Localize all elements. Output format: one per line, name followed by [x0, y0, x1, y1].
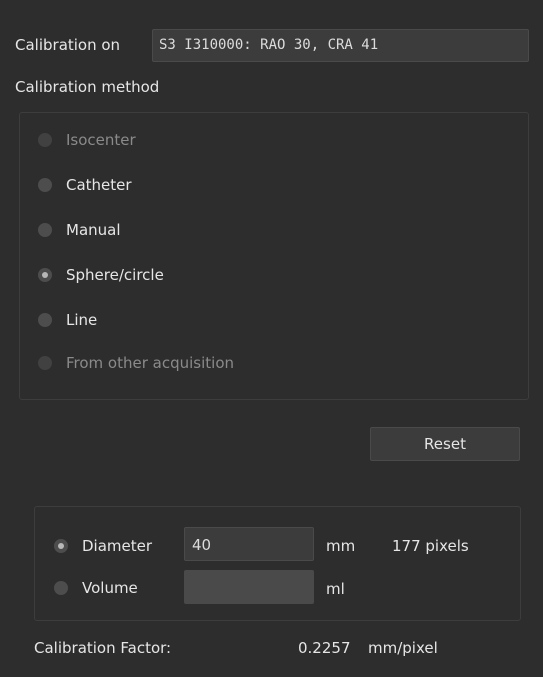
- calibration-factor-value: 0.2257: [298, 639, 351, 657]
- diameter-option[interactable]: Diameter: [54, 534, 152, 558]
- volume-unit: ml: [326, 580, 345, 598]
- reset-button[interactable]: Reset: [370, 427, 520, 461]
- method-option-isocenter: Isocenter: [38, 128, 136, 152]
- calibration-on-field[interactable]: S3 I310000: RAO 30, CRA 41: [152, 29, 529, 62]
- diameter-pixels: 177 pixels: [392, 537, 469, 555]
- method-option-label: From other acquisition: [66, 354, 235, 372]
- method-option-from-other-acquisition: From other acquisition: [38, 351, 234, 375]
- radio-isocenter: [38, 133, 52, 147]
- method-option-line[interactable]: Line: [38, 308, 97, 332]
- radio-from-other-acquisition: [38, 356, 52, 370]
- method-option-label: Line: [66, 311, 98, 329]
- method-option-manual[interactable]: Manual: [38, 218, 121, 242]
- radio-line[interactable]: [38, 313, 52, 327]
- method-option-label: Isocenter: [66, 131, 136, 149]
- radio-diameter[interactable]: [54, 539, 68, 553]
- diameter-input[interactable]: 40: [184, 527, 314, 561]
- method-option-label: Catheter: [66, 176, 132, 194]
- radio-volume[interactable]: [54, 581, 68, 595]
- method-option-label: Manual: [66, 221, 121, 239]
- method-option-sphere-circle[interactable]: Sphere/circle: [38, 263, 164, 287]
- radio-sphere-circle[interactable]: [38, 268, 52, 282]
- radio-catheter[interactable]: [38, 178, 52, 192]
- volume-label: Volume: [82, 579, 138, 597]
- calibration-on-label: Calibration on: [15, 36, 121, 54]
- radio-manual[interactable]: [38, 223, 52, 237]
- diameter-unit: mm: [326, 537, 356, 555]
- volume-option[interactable]: Volume: [54, 576, 138, 600]
- diameter-label: Diameter: [82, 537, 153, 555]
- calibration-factor-unit: mm/pixel: [368, 639, 438, 657]
- calibration-factor-label: Calibration Factor:: [34, 639, 172, 657]
- method-option-label: Sphere/circle: [66, 266, 164, 284]
- method-option-catheter[interactable]: Catheter: [38, 173, 132, 197]
- calibration-method-title: Calibration method: [15, 78, 160, 96]
- volume-input[interactable]: [184, 570, 314, 604]
